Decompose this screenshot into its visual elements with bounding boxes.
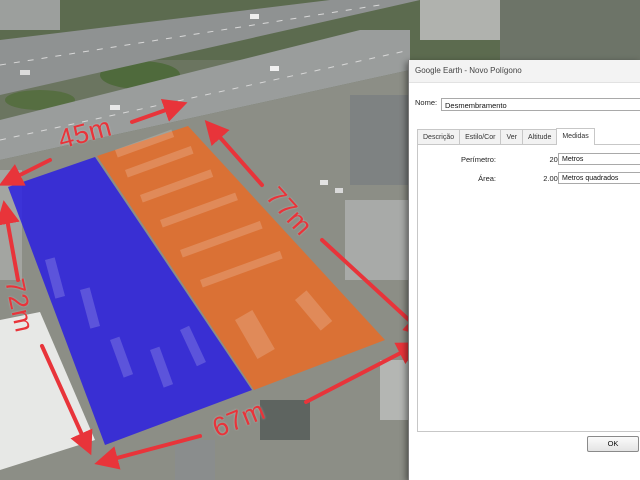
- name-label: Nome:: [415, 98, 438, 107]
- dialog-tabs: Descrição Estilo/Cor Ver Altitude Medida…: [417, 128, 595, 145]
- tab-descricao[interactable]: Descrição: [417, 129, 461, 145]
- perimeter-value: 200: [549, 155, 562, 164]
- tab-medidas[interactable]: Medidas: [556, 128, 595, 145]
- tab-altitude[interactable]: Altitude: [521, 129, 558, 145]
- tab-estilo-cor[interactable]: Estilo/Cor: [459, 129, 502, 145]
- ok-button[interactable]: OK: [587, 436, 639, 452]
- measurements-panel: Perímetro: 200 Metros Área: 2.000 Metros…: [417, 144, 640, 432]
- area-unit-select[interactable]: Metros quadrados: [558, 172, 640, 184]
- perimeter-unit-select[interactable]: Metros: [558, 153, 640, 165]
- dialog-title[interactable]: Google Earth - Novo Polígono: [409, 60, 640, 83]
- perimeter-label: Perímetro:: [460, 155, 496, 164]
- area-label: Área:: [478, 174, 496, 183]
- area-value: 2.000: [543, 174, 562, 183]
- new-polygon-dialog: Google Earth - Novo Polígono Nome: Desme…: [408, 60, 640, 480]
- name-input[interactable]: Desmembramento: [441, 98, 640, 111]
- tab-ver[interactable]: Ver: [500, 129, 523, 145]
